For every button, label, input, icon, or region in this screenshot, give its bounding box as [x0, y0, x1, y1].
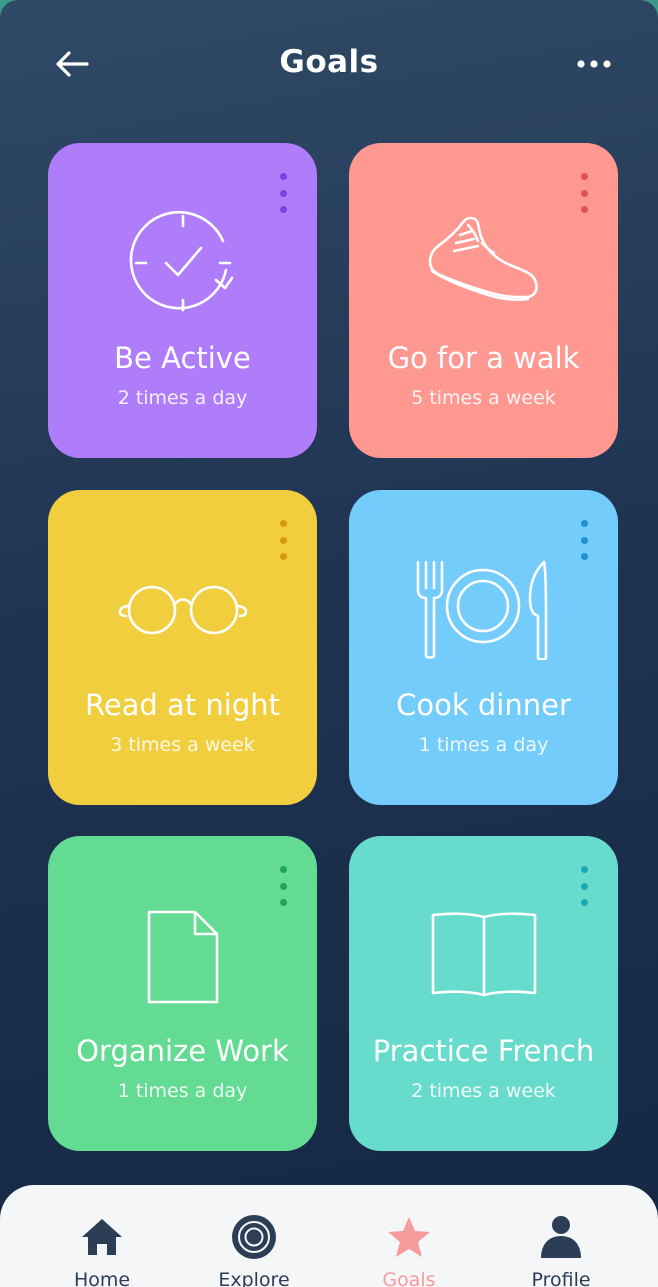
- sneaker-icon: [428, 216, 538, 301]
- home-icon: [82, 1219, 122, 1255]
- goal-frequency: 5 times a week: [411, 387, 556, 409]
- goal-frequency: 2 times a day: [117, 387, 248, 409]
- fork-plate-knife-icon: [416, 560, 547, 660]
- nav-label: Profile: [531, 1269, 591, 1287]
- nav-item-goals[interactable]: Goals: [339, 1185, 479, 1287]
- nav-label: Home: [73, 1269, 131, 1287]
- user-icon: [541, 1216, 581, 1258]
- goal-name: Cook dinner: [396, 688, 571, 722]
- goal-frequency: 1 times a day: [418, 734, 549, 756]
- goal-frequency: 3 times a week: [110, 734, 255, 756]
- nav-item-profile[interactable]: Profile: [491, 1185, 631, 1287]
- document-icon: [147, 910, 218, 1004]
- bottom-navigation: Home Explore Goals Profile: [0, 1185, 658, 1287]
- goal-name: Organize Work: [76, 1034, 289, 1068]
- more-options-button[interactable]: [570, 48, 618, 80]
- goal-name: Read at night: [84, 688, 281, 722]
- goal-card-cook-dinner[interactable]: Cook dinner 1 times a day: [349, 490, 618, 805]
- open-book-icon: [431, 912, 536, 997]
- nav-label: Goals: [382, 1269, 436, 1287]
- goal-name: Go for a walk: [387, 341, 580, 375]
- target-icon: [232, 1215, 276, 1259]
- page-title: Goals: [279, 44, 379, 80]
- goal-card-go-for-a-walk[interactable]: Go for a walk 5 times a week: [349, 143, 618, 458]
- goal-name: Practice French: [372, 1034, 595, 1068]
- nav-label: Explore: [218, 1269, 290, 1287]
- top-bar: Goals: [0, 0, 658, 130]
- goal-card-read-at-night[interactable]: Read at night 3 times a week: [48, 490, 317, 805]
- goal-card-be-active[interactable]: Be Active 2 times a day: [48, 143, 317, 458]
- nav-item-explore[interactable]: Explore: [184, 1185, 324, 1287]
- star-icon: [388, 1217, 430, 1257]
- glasses-icon: [118, 585, 247, 635]
- goal-frequency: 1 times a day: [117, 1080, 248, 1102]
- goal-card-practice-french[interactable]: Practice French 2 times a week: [349, 836, 618, 1151]
- clock-check-icon: [129, 210, 233, 312]
- nav-item-home[interactable]: Home: [32, 1185, 172, 1287]
- more-horizontal-icon: [577, 60, 611, 68]
- goal-frequency: 2 times a week: [411, 1080, 556, 1102]
- goal-card-organize-work[interactable]: Organize Work 1 times a day: [48, 836, 317, 1151]
- app-screen: Goals Be Active 2 times a day Go for a w…: [0, 0, 658, 1287]
- goal-name: Be Active: [114, 341, 251, 375]
